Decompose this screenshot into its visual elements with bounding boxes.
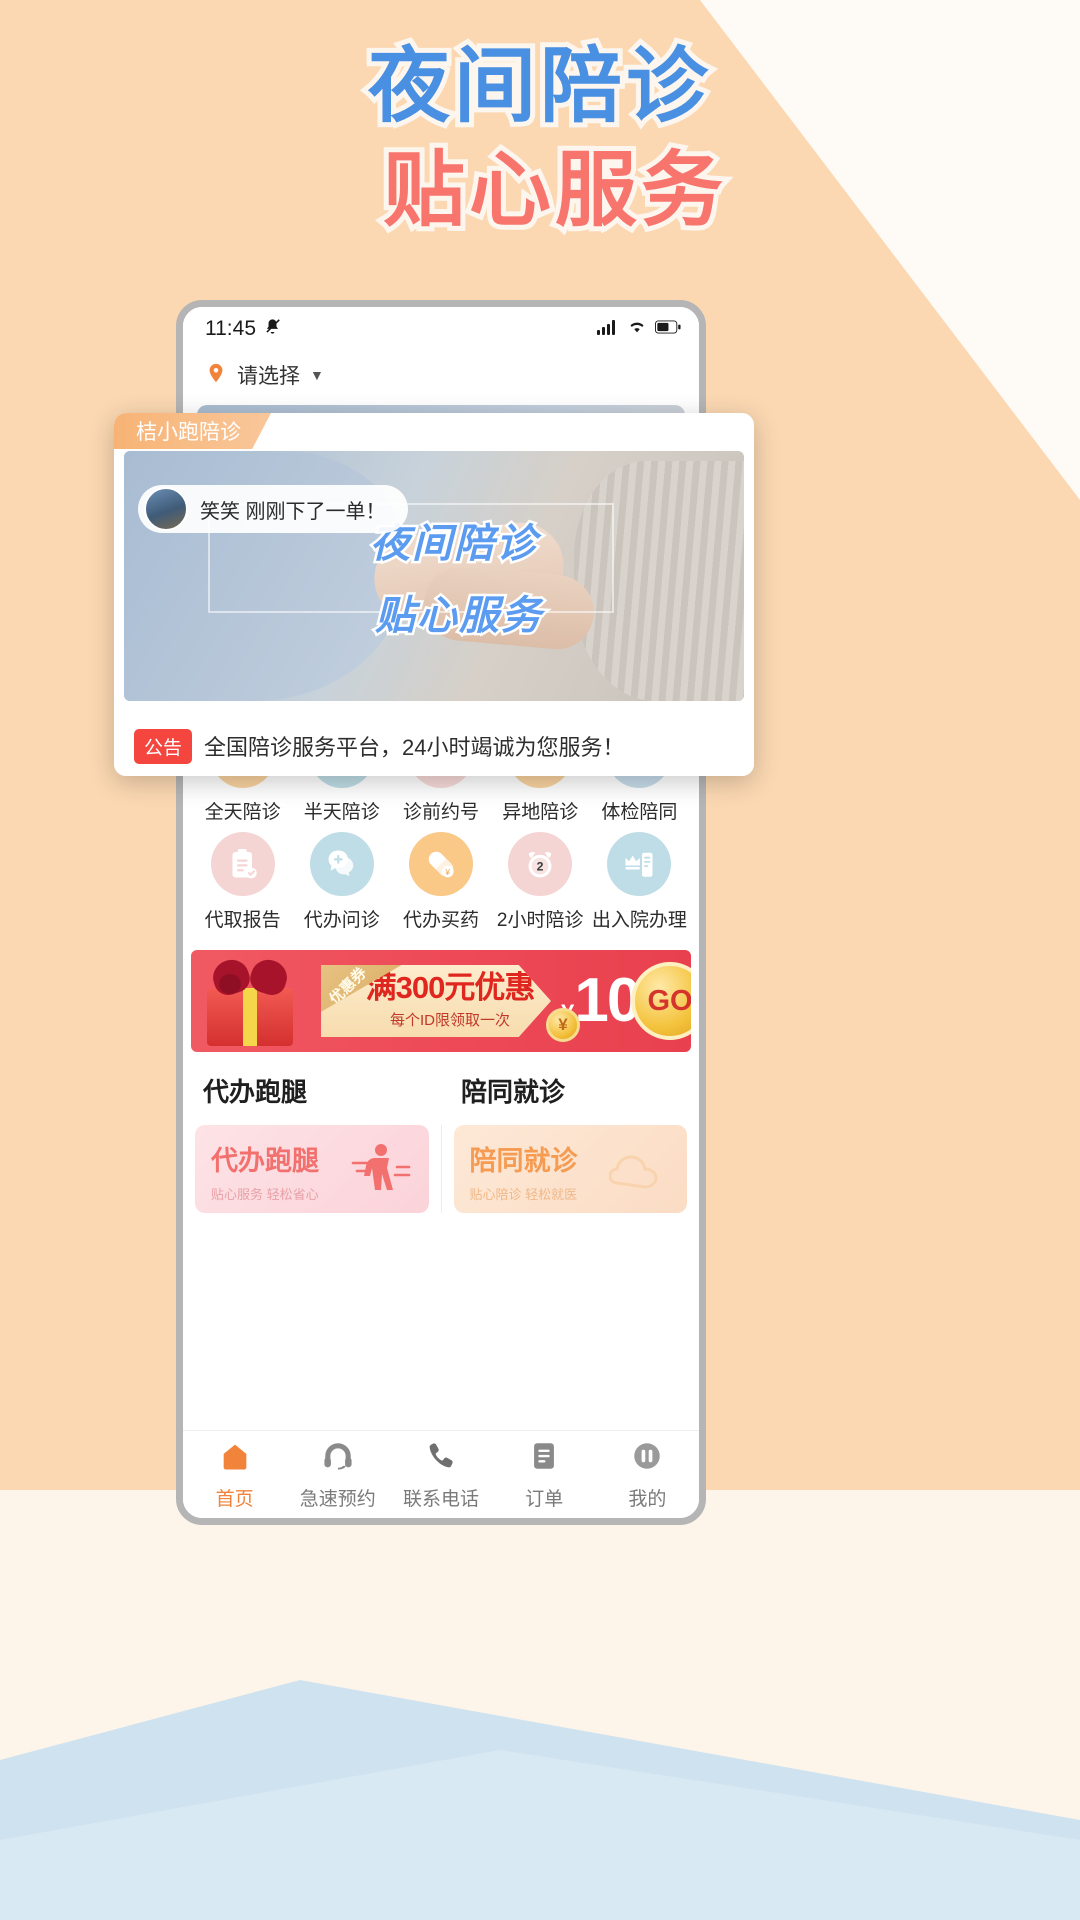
section-card-accompany[interactable]: 陪同就诊 贴心陪诊 轻松就医 [453,1125,687,1213]
chat-plus-icon [309,832,374,896]
coupon-main-text: 满300元优惠 [365,970,536,1005]
tab-label: 首页 [215,1488,254,1510]
section-headers: 代办跑腿 陪同就诊 [183,1072,699,1109]
pill-yuan-icon: ¥ [408,832,473,896]
battery-icon [655,320,681,339]
clipboard-check-icon [210,832,275,896]
tab-label: 订单 [525,1488,564,1510]
coupon-sub-text: 每个ID限领取一次 [389,1012,510,1029]
profile-icon [630,1439,664,1478]
coupon-value: 10 [574,966,641,1035]
signal-bars-icon [597,319,619,340]
service-label: 2小时陪诊 [496,910,584,931]
service-item-daiban-maiyao[interactable]: ¥ 代办买药 [391,832,490,932]
home-icon [218,1439,252,1478]
service-item-2hour-peizhen[interactable]: 2 2小时陪诊 [491,832,590,932]
alarm-badge-number: 2 [537,860,544,874]
order-icon [527,1439,561,1478]
service-label: 诊前约号 [402,802,479,823]
service-item-churuyuan-banli[interactable]: 出入院办理 [590,832,689,932]
speed-booking-icon [321,1439,355,1478]
service-item-daiqu-baogao[interactable]: 代取报告 [193,832,292,932]
section-title: 代办跑腿 [203,1077,308,1107]
section-header-accompany: 陪同就诊 [441,1072,699,1109]
gift-box-icon [191,950,321,1052]
promo-headline: 夜间陪诊 贴心服务 [0,36,1080,241]
tab-label: 联系电话 [403,1488,480,1510]
svg-text:¥: ¥ [444,867,450,877]
status-bar: 11:45 [183,307,699,351]
announcement-text: 全国陪诊服务平台，24小时竭诚为您服务！ [204,735,625,760]
popup-announcement-bar[interactable]: 公告 全国陪诊服务平台，24小时竭诚为您服务！ [114,716,754,776]
status-bar-left: 11:45 [205,317,282,341]
service-label: 全天陪诊 [204,802,281,823]
coin-icon: ¥ [546,1008,580,1042]
tab-phone[interactable]: 联系电话 [389,1439,492,1511]
status-bar-time: 11:45 [205,317,256,340]
order-toast: 笑笑 刚刚下了一单！ [138,485,408,533]
section-card-errand[interactable]: 代办跑腿 贴心服务 轻松省心 [195,1125,429,1213]
location-selector[interactable]: 请选择 ▼ [183,351,699,399]
hero-text-line-2: 贴心服务 [373,592,544,641]
chevron-down-icon: ▼ [310,367,324,383]
section-title: 陪同就诊 [461,1077,566,1107]
crown-document-icon [607,832,672,896]
avatar [144,487,188,531]
coupon-go-button[interactable]: GO [631,962,691,1040]
coupon-ticket: 优惠券 满300元优惠 每个ID限领取一次 [321,965,551,1037]
headline-line-1: 夜间陪诊 [363,36,713,137]
toast-text: 笑笑 刚刚下了一单！ [200,500,386,523]
phone-icon [424,1439,458,1478]
location-label: 请选择 [237,365,300,388]
service-label: 异地陪诊 [502,802,579,823]
location-pin-icon [205,362,227,389]
service-label: 代取报告 [204,910,281,931]
headline-line-2: 贴心服务 [378,140,728,241]
section-header-errand: 代办跑腿 [183,1072,441,1109]
runner-icon [351,1141,411,1193]
promo-popup-card[interactable]: 夜间陪诊 贴心服务 桔小跑陪诊 笑笑 刚刚下了一单！ 公告 全国陪诊服务平台，2… [114,413,754,776]
popup-tab-header[interactable]: 桔小跑陪诊 [114,413,271,449]
service-label: 体检陪同 [601,802,678,823]
bottom-tab-bar: 首页 急速预约 联系电话 订单 我的 [183,1430,699,1518]
bell-mute-icon [263,317,282,341]
coupon-banner[interactable]: 优惠券 满300元优惠 每个ID限领取一次 ¥ 10 ¥ GO [191,950,691,1052]
service-label: 代办买药 [402,910,479,931]
alarm-clock-icon: 2 [508,832,573,896]
tab-orders[interactable]: 订单 [493,1439,596,1511]
cloud-icon [608,1141,669,1193]
service-label: 出入院办理 [591,910,687,931]
tab-home[interactable]: 首页 [183,1439,286,1511]
section-card-errand-wrap: 代办跑腿 贴心服务 轻松省心 [183,1125,441,1213]
status-bar-right [597,319,681,340]
popup-tab-label: 桔小跑陪诊 [136,421,241,444]
wifi-icon [627,319,647,339]
tab-profile[interactable]: 我的 [596,1439,699,1511]
tab-label: 急速预约 [299,1488,376,1510]
service-item-daiban-wenzhen[interactable]: 代办问诊 [292,832,391,932]
tab-label: 我的 [628,1488,667,1510]
service-label: 代办问诊 [303,910,380,931]
service-label: 半天陪诊 [303,802,380,823]
tab-speed-booking[interactable]: 急速预约 [286,1439,389,1511]
section-cards: 代办跑腿 贴心服务 轻松省心 陪同就诊 贴心陪诊 轻松就医 [183,1125,699,1213]
announcement-badge: 公告 [134,728,193,764]
section-card-accompany-wrap: 陪同就诊 贴心陪诊 轻松就医 [442,1125,700,1213]
